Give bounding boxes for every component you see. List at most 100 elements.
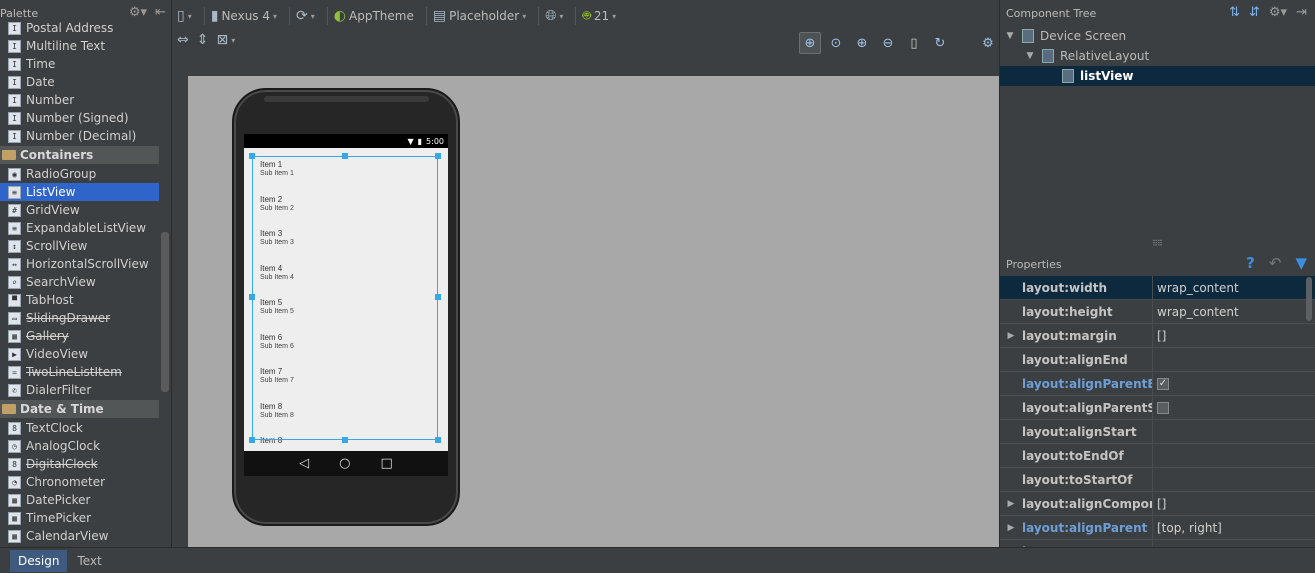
expand-all-icon[interactable]: ⇅ xyxy=(1229,5,1240,20)
palette-item[interactable]: I Number xyxy=(0,91,159,109)
zoom-actual-button[interactable]: ⊙ xyxy=(825,32,847,54)
restore-default-icon[interactable]: ↶ xyxy=(1269,254,1282,272)
help-icon[interactable]: ? xyxy=(1246,254,1255,272)
tab-design[interactable]: Design xyxy=(10,549,68,572)
property-value[interactable]: wrap_content xyxy=(1153,276,1315,299)
orientation-selector[interactable]: ⟳ ▾ xyxy=(296,8,315,24)
property-value[interactable] xyxy=(1153,420,1315,443)
splitter-grip[interactable]: ⠿⠿ xyxy=(1152,239,1163,248)
property-value[interactable] xyxy=(1153,348,1315,371)
palette-item[interactable]: ◔ Chronometer xyxy=(0,473,159,491)
theme-selector[interactable]: ◐ AppTheme xyxy=(334,8,414,24)
palette-item[interactable]: ▦ Gallery xyxy=(0,327,159,345)
property-value[interactable]: wrap_content xyxy=(1153,300,1315,323)
tree-node[interactable]: ▼ Device Screen xyxy=(1000,26,1315,46)
palette-item[interactable]: ↔ HorizontalScrollView xyxy=(0,255,159,273)
property-row[interactable]: layout:alignStart xyxy=(1000,420,1315,444)
palette-item[interactable]: ▶ VideoView xyxy=(0,345,159,363)
palette-item[interactable]: ≡ ExpandableListView xyxy=(0,219,159,237)
palette-item[interactable]: ▦ CalendarView xyxy=(0,527,159,545)
api-level-selector[interactable]: 🤖︎ 21 ▾ xyxy=(582,6,616,26)
gear-icon[interactable]: ⚙▾ xyxy=(1269,5,1287,20)
palette-item[interactable]: I Time xyxy=(0,55,159,73)
property-row[interactable]: layout:toStartOf xyxy=(1000,468,1315,492)
zoom-in-button[interactable]: ⊕ xyxy=(851,32,873,54)
palette-item[interactable]: 8 TextClock xyxy=(0,419,159,437)
palette-item[interactable]: I Date xyxy=(0,73,159,91)
zoom-out-button[interactable]: ⊖ xyxy=(877,32,899,54)
property-value[interactable]: [] xyxy=(1153,492,1315,515)
expand-toggle-icon[interactable]: ▼ xyxy=(1004,31,1016,41)
property-row[interactable]: ▶ layout:alignParent [top, right] xyxy=(1000,516,1315,540)
property-row[interactable]: layout:alignParentStart xyxy=(1000,396,1315,420)
palette-item[interactable]: 8 DigitalClock xyxy=(0,455,159,473)
palette-item[interactable]: ✆ DialerFilter xyxy=(0,381,159,399)
property-row[interactable]: ▶ layout:margin[] xyxy=(1000,324,1315,348)
collapse-all-icon[interactable]: ⇵ xyxy=(1249,5,1260,20)
palette-item[interactable]: I Multiline Text xyxy=(0,37,159,55)
list-view-preview[interactable]: Item 1 Sub Item 1 Item 2 Sub Item 2 Item 3 Su… xyxy=(244,148,448,451)
palette-scrollbar[interactable] xyxy=(161,232,169,392)
resize-handle[interactable] xyxy=(435,437,441,443)
resize-handle[interactable] xyxy=(435,153,441,159)
palette-item[interactable]: I Number (Signed) xyxy=(0,109,159,127)
refresh-button[interactable]: ↻ xyxy=(929,32,951,54)
tree-node[interactable]: ▼ RelativeLayout xyxy=(1000,46,1315,66)
property-row[interactable]: layout:width wrap_content xyxy=(1000,276,1315,300)
locale-selector[interactable]: 🌐︎ ▾ xyxy=(545,8,563,24)
property-value[interactable] xyxy=(1153,444,1315,467)
expand-vertical-button[interactable]: ⇕ xyxy=(197,32,209,48)
tree-node[interactable]: listView xyxy=(1000,66,1315,86)
settings-button[interactable]: ⚙ xyxy=(977,32,999,54)
palette-item[interactable]: I Postal Address xyxy=(0,19,159,37)
resize-handle[interactable] xyxy=(342,153,348,159)
resize-handle[interactable] xyxy=(249,153,255,159)
property-value[interactable]: [top, right] xyxy=(1153,516,1315,539)
expand-toggle-icon[interactable]: ▶ xyxy=(1000,324,1022,347)
palette-item[interactable]: # GridView xyxy=(0,201,159,219)
device-selector[interactable]: ▮ Nexus 4 ▾ xyxy=(211,8,277,24)
selection-box[interactable] xyxy=(252,156,438,440)
activity-selector[interactable]: ▤ Placeholder ▾ xyxy=(433,8,526,24)
property-row[interactable]: layout:centerInParent xyxy=(1000,540,1315,547)
hide-panel-icon[interactable]: ⇤ xyxy=(155,5,166,20)
resize-handle[interactable] xyxy=(435,294,441,300)
layout-actions-button[interactable]: ⊠ ▾ xyxy=(216,32,235,48)
property-value[interactable] xyxy=(1153,468,1315,491)
property-checkbox[interactable] xyxy=(1157,401,1169,414)
property-value[interactable] xyxy=(1153,396,1315,419)
property-value[interactable]: [] xyxy=(1153,324,1315,347)
resize-handle[interactable] xyxy=(249,437,255,443)
tab-text[interactable]: Text xyxy=(69,550,109,572)
palette-category[interactable]: Containers xyxy=(0,146,159,164)
palette-item[interactable]: = TwoLineListItem xyxy=(0,363,159,381)
palette-item[interactable]: ▀ TabHost xyxy=(0,291,159,309)
screenshot-button[interactable]: ▯ xyxy=(903,32,925,54)
palette-item[interactable]: I Number (Decimal) xyxy=(0,127,159,145)
zoom-to-fit-button[interactable]: ⊕ xyxy=(799,32,821,54)
expand-toggle-icon[interactable]: ▼ xyxy=(1024,51,1036,61)
palette-item[interactable]: ◷ AnalogClock xyxy=(0,437,159,455)
property-row[interactable]: layout:alignParentEnd ✓ xyxy=(1000,372,1315,396)
resize-handle[interactable] xyxy=(342,437,348,443)
expand-horizontal-button[interactable]: ⇔ xyxy=(177,32,189,48)
property-value[interactable]: ✓ xyxy=(1153,372,1315,395)
design-canvas[interactable]: ▼ ▮ 5:00 Item 1 Sub Item 1 Item 2 Sub Item … xyxy=(188,76,999,547)
properties-scrollbar[interactable] xyxy=(1306,277,1312,321)
layout-variants-button[interactable]: ▯ ▾ xyxy=(177,8,192,24)
palette-item[interactable]: ▦ DatePicker xyxy=(0,491,159,509)
filter-icon[interactable]: ▼ xyxy=(1295,254,1307,272)
palette-item[interactable]: ▦ TimePicker xyxy=(0,509,159,527)
palette-category[interactable]: Date & Time xyxy=(0,400,159,418)
property-row[interactable]: ▶layout:alignComponent[] xyxy=(1000,492,1315,516)
property-value[interactable] xyxy=(1153,540,1315,547)
palette-item[interactable]: ◉ RadioGroup xyxy=(0,165,159,183)
palette-item[interactable]: ≡ ListView xyxy=(0,183,159,201)
palette-item[interactable]: ⌕ SearchView xyxy=(0,273,159,291)
resize-handle[interactable] xyxy=(249,294,255,300)
property-row[interactable]: layout:toEndOf xyxy=(1000,444,1315,468)
property-row[interactable]: layout:alignEnd xyxy=(1000,348,1315,372)
palette-item[interactable]: ↕ ScrollView xyxy=(0,237,159,255)
expand-toggle-icon[interactable]: ▶ xyxy=(1000,516,1022,539)
property-checkbox[interactable]: ✓ xyxy=(1157,377,1169,390)
